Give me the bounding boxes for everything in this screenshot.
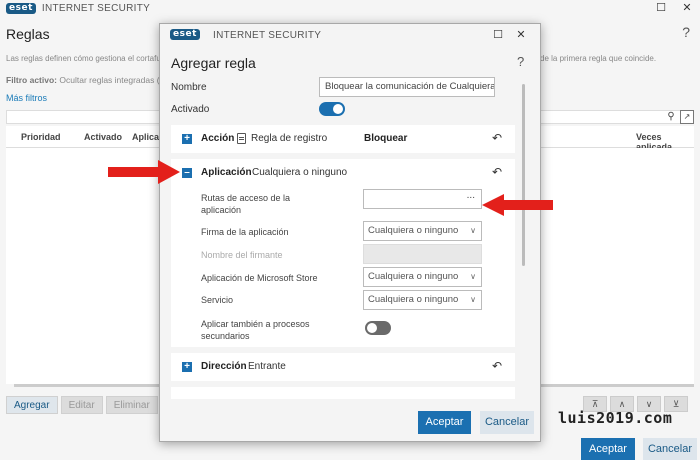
document-icon [237, 133, 246, 144]
direction-value: Entrante [248, 361, 286, 372]
next-section [171, 387, 515, 399]
name-label: Nombre [171, 82, 207, 93]
chevron-down-icon: ∨ [470, 295, 476, 304]
delete-button[interactable]: Eliminar [105, 396, 158, 414]
ms-store-label: Aplicación de Microsoft Store [201, 273, 318, 283]
enabled-toggle[interactable] [319, 102, 345, 116]
chevron-down-icon: ∨ [470, 272, 476, 281]
more-filters-link[interactable]: Más filtros [6, 93, 47, 103]
page-title: Reglas [6, 26, 50, 42]
column-priority[interactable]: Prioridad [21, 132, 61, 142]
action-value: Bloquear [364, 133, 408, 144]
service-value: Cualquiera o ninguno [368, 294, 459, 305]
filter-label: Filtro activo: [6, 75, 58, 85]
help-icon[interactable]: ? [517, 54, 524, 69]
ms-store-value: Cualquiera o ninguno [368, 271, 459, 282]
active-filter: Filtro activo: Ocultar reglas integradas… [6, 75, 172, 85]
add-button[interactable]: Agregar [6, 396, 58, 414]
rule-name-input[interactable]: Bloquear la comunicación de Cualquiera o [319, 77, 495, 97]
column-enabled[interactable]: Activado [84, 132, 122, 142]
action-title: Acción [201, 133, 235, 144]
red-arrow-icon [108, 160, 180, 184]
app-signature-value: Cualquiera o ninguno [368, 225, 459, 236]
minus-icon[interactable]: – [182, 168, 192, 178]
dialog-window-title: INTERNET SECURITY [213, 30, 322, 41]
search-icon[interactable]: ⚲ [664, 110, 678, 124]
app-signature-select[interactable]: Cualquiera o ninguno ∨ [363, 221, 482, 241]
filter-value: Ocultar reglas integradas (pre [59, 75, 172, 85]
signer-name-label: Nombre del firmante [201, 250, 283, 260]
dialog-titlebar: eset INTERNET SECURITY ☐ ✕ [160, 24, 540, 46]
rules-toolbar: Agregar Editar Eliminar C [6, 396, 185, 414]
rules-description-tail: de la primera regla que coincide. [540, 54, 657, 63]
app-signature-label: Firma de la aplicación [201, 227, 289, 237]
enabled-label: Activado [171, 104, 210, 115]
browse-icon[interactable]: ... [467, 187, 475, 205]
undo-icon[interactable]: ↶ [492, 131, 502, 145]
watermark: luis2019.com [558, 409, 673, 427]
application-summary: Cualquiera o ninguno [252, 167, 348, 178]
dialog-title: Agregar regla [171, 55, 256, 71]
close-icon[interactable]: ✕ [514, 28, 528, 41]
help-icon[interactable]: ? [682, 24, 690, 40]
action-log-rule: Regla de registro [251, 133, 328, 144]
dialog-scrollbar[interactable] [522, 84, 525, 266]
undo-icon[interactable]: ↶ [492, 359, 502, 373]
application-section: – Aplicación Cualquiera o ninguno ↶ Ruta… [171, 159, 515, 347]
red-arrow-icon [482, 194, 553, 216]
export-icon[interactable]: ↗ [680, 110, 694, 124]
maximize-icon[interactable]: ☐ [654, 1, 668, 14]
rules-titlebar: eset INTERNET SECURITY [0, 0, 700, 16]
service-label: Servicio [201, 295, 234, 305]
close-icon[interactable]: ✕ [680, 1, 694, 14]
subprocess-label: Aplicar también a procesos secundarios [201, 319, 310, 341]
service-select[interactable]: Cualquiera o ninguno ∨ [363, 290, 482, 310]
chevron-down-icon: ∨ [470, 226, 476, 235]
action-section[interactable]: + Acción Regla de registro Bloquear ↶ [171, 125, 515, 153]
eset-logo: eset [170, 29, 200, 40]
ms-store-select[interactable]: Cualquiera o ninguno ∨ [363, 267, 482, 287]
window-title: INTERNET SECURITY [41, 2, 151, 14]
maximize-icon[interactable]: ☐ [491, 28, 505, 41]
application-title: Aplicación [201, 167, 252, 178]
window-ok-button[interactable]: Aceptar [581, 438, 635, 460]
direction-title: Dirección [201, 361, 247, 372]
cancel-button[interactable]: Cancelar [480, 411, 534, 434]
plus-icon[interactable]: + [182, 134, 192, 144]
app-paths-field[interactable]: ... [363, 189, 482, 209]
add-rule-dialog: eset INTERNET SECURITY ☐ ✕ Agregar regla… [159, 23, 541, 442]
app-paths-label: Rutas de acceso de la aplicación [201, 193, 291, 215]
eset-logo: eset [6, 2, 36, 14]
rules-description: Las reglas definen cómo gestiona el cort… [6, 54, 161, 63]
undo-icon[interactable]: ↶ [492, 165, 502, 179]
ok-button[interactable]: Aceptar [418, 411, 471, 434]
window-cancel-button[interactable]: Cancelar [643, 438, 697, 460]
signer-name-input [363, 244, 482, 264]
edit-button[interactable]: Editar [60, 396, 103, 414]
plus-icon[interactable]: + [182, 362, 192, 372]
direction-section[interactable]: + Dirección Entrante ↶ [171, 353, 515, 381]
subprocess-toggle[interactable] [365, 321, 391, 335]
